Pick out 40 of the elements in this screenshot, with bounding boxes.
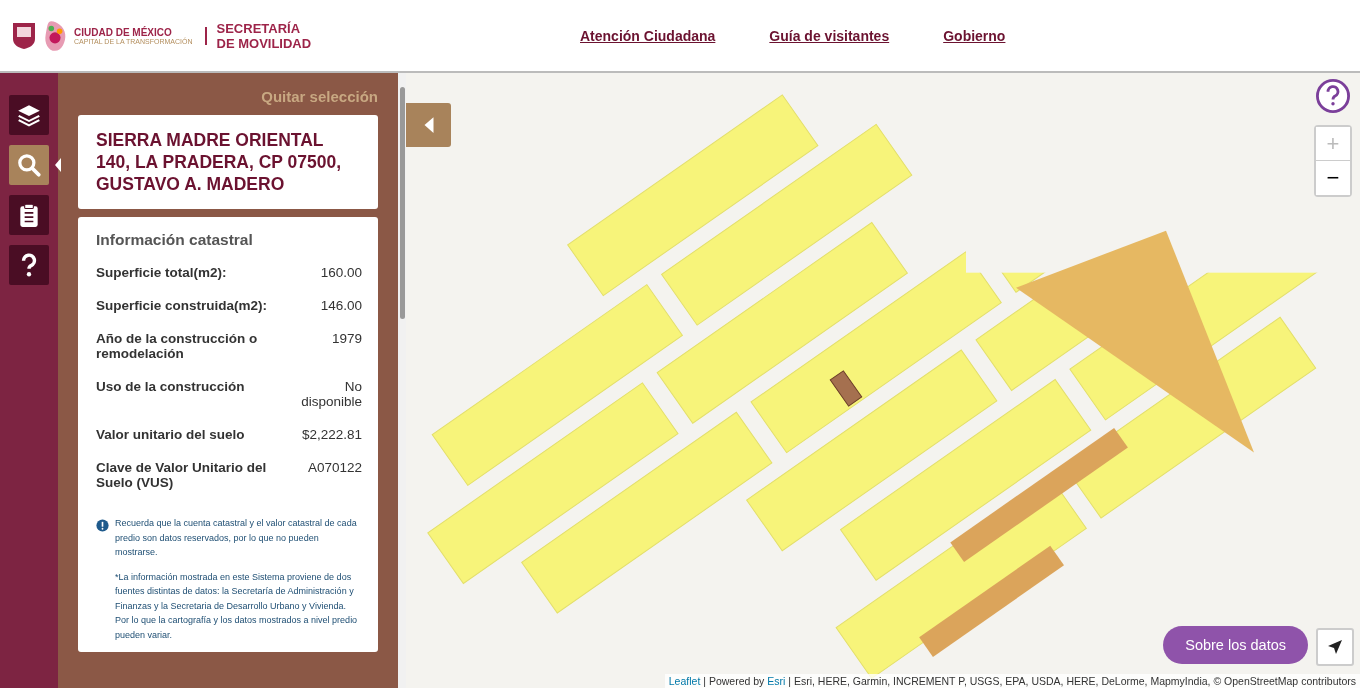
esri-link[interactable]: Esri bbox=[767, 675, 786, 687]
scrollbar[interactable] bbox=[398, 73, 406, 688]
field-value: A070122 bbox=[306, 460, 362, 477]
layers-icon bbox=[16, 102, 42, 128]
layers-tool-button[interactable] bbox=[9, 95, 49, 135]
attribution-text: | Esri, HERE, Garmin, INCREMENT P, USGS, EPA, USDA, HERE, DeLorme, MapmyIndia, © OpenStreetMap contributors bbox=[788, 675, 1356, 687]
nav-link[interactable]: Gobierno bbox=[943, 27, 1006, 44]
attribution-text: | Powered by bbox=[703, 675, 765, 687]
field-value: 160.00 bbox=[319, 265, 362, 280]
agency-name: DE MOVILIDAD bbox=[216, 35, 312, 51]
field-value: $2,222.81 bbox=[300, 427, 362, 442]
address-title: SIERRA MADRE ORIENTAL 140, LA PRADERA, CP 07500, GUSTAVO A. MADERO bbox=[96, 129, 343, 195]
about-data-button[interactable]: Sobre los datos bbox=[1163, 626, 1308, 664]
field-label: Superficie total(m2): bbox=[96, 265, 228, 280]
field-label: Uso de la construcción bbox=[96, 379, 246, 396]
nav-link[interactable]: Guía de visitantes bbox=[769, 27, 890, 44]
search-tool-button[interactable] bbox=[9, 145, 49, 185]
nav-link[interactable]: Atención Ciudadana bbox=[580, 27, 716, 44]
navigation-arrow-icon bbox=[1327, 639, 1343, 655]
search-icon bbox=[16, 152, 42, 178]
shield-logo-icon bbox=[12, 21, 36, 50]
clipboard-tool-button[interactable] bbox=[9, 195, 49, 235]
section-title: Información catastral bbox=[96, 231, 254, 249]
disclaimer-text: *La información mostrada en este Sistema proviene de dos fuentes distintas de datos: la Secretaría de Administración y Finanzas y la Secretaria de Desarrollo Urbano y Vivienda. Por lo que la cartografía y los datos mostrados a nivel predio pueden variar. bbox=[115, 570, 359, 642]
agency-name: SECRETARÍA bbox=[216, 20, 302, 36]
field-value: No disponible bbox=[300, 379, 362, 409]
field-label: Clave de Valor Unitario del Suelo (VUS) bbox=[96, 460, 268, 490]
field-value: 1979 bbox=[330, 331, 362, 348]
city-name: CIUDAD DE MÉXICO bbox=[74, 26, 172, 38]
caret-left-icon bbox=[422, 116, 435, 134]
info-icon bbox=[96, 519, 109, 532]
leaflet-link[interactable]: Leaflet bbox=[668, 675, 701, 687]
field-label: Valor unitario del suelo bbox=[96, 427, 246, 442]
field-label: Superficie construida(m2): bbox=[96, 298, 269, 313]
collapse-panel-button[interactable] bbox=[406, 103, 451, 147]
notice-text: Recuerda que la cuenta catastral y el valor catastral de cada predio son datos reservados, por lo que no pueden mostrarse. bbox=[115, 517, 358, 559]
locate-button[interactable] bbox=[1316, 628, 1354, 666]
help-tool-button[interactable] bbox=[9, 245, 49, 285]
field-label: Año de la construcción o remodelación bbox=[96, 331, 259, 361]
field-value: 146.00 bbox=[319, 298, 362, 313]
